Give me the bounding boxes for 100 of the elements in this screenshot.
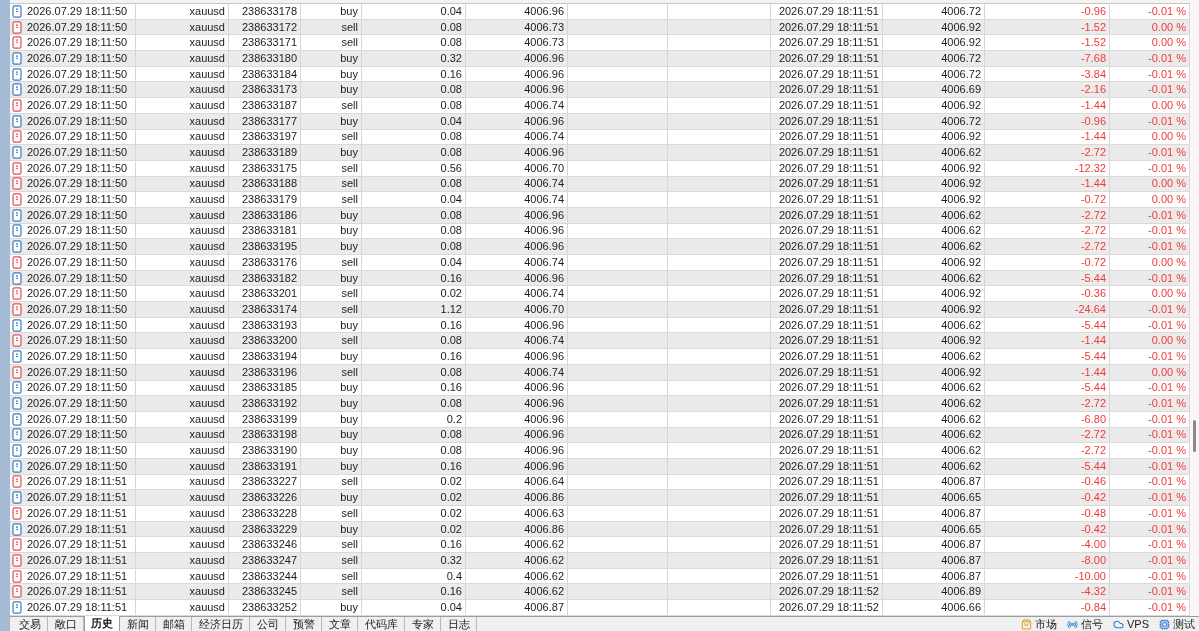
price: 4006.87 [524,600,564,614]
price: 4006.92 [941,255,981,269]
volume: 0.56 [440,161,462,175]
percent-change: -0.01 % [1148,381,1186,395]
ticket-number: 238633190 [241,444,297,458]
tab[interactable]: 公司 [250,617,286,631]
status-button[interactable]: 信号 [1067,617,1103,631]
volume: 0.16 [440,318,462,332]
profit-loss: -2.72 [1080,146,1106,160]
timestamp: 2026.07.29 18:11:50 [27,412,128,426]
timestamp: 2026.07.29 18:11:51 [778,522,879,536]
chip-icon [1159,618,1170,630]
profit-loss: -1.44 [1080,334,1106,348]
price: 4006.62 [941,412,981,426]
profit-loss: -0.84 [1080,600,1106,614]
symbol: xauusd [189,224,225,238]
timestamp: 2026.07.29 18:11:52 [778,585,879,599]
price: 4006.62 [524,569,564,583]
tab[interactable]: 日志 [441,617,477,631]
price: 4006.86 [524,491,564,505]
volume: 0.32 [440,553,462,567]
volume: 0.08 [440,224,462,238]
price: 4006.74 [524,365,564,379]
price: 4006.72 [941,114,981,128]
profit-loss: -5.44 [1080,271,1106,285]
timestamp: 2026.07.29 18:11:51 [778,67,879,81]
order-side: buy [340,428,358,442]
timestamp: 2026.07.29 18:11:51 [778,51,879,65]
tab[interactable]: 经济日历 [192,617,250,631]
ticket-number: 238633245 [241,585,297,599]
tab[interactable]: 历史 [84,616,120,631]
scrollbar-thumb[interactable] [1193,420,1196,452]
profit-loss: -1.44 [1080,130,1106,144]
volume: 0.02 [440,287,462,301]
ticket-number: 238633178 [241,4,297,18]
volume: 0.08 [440,83,462,97]
percent-change: -0.01 % [1148,522,1186,536]
tab[interactable]: 交易 [12,617,48,631]
status-button[interactable]: VPS [1113,617,1149,631]
order-side: sell [341,475,358,489]
status-button[interactable]: 测试 [1159,617,1195,631]
symbol: xauusd [189,4,225,18]
symbol: xauusd [189,287,225,301]
volume: 0.08 [440,177,462,191]
ticket-number: 238633247 [241,553,297,567]
status-button[interactable]: 市场 [1021,617,1057,631]
percent-change: -0.01 % [1148,444,1186,458]
timestamp: 2026.07.29 18:11:51 [778,146,879,160]
timestamp: 2026.07.29 18:11:50 [27,20,128,34]
profit-loss: -0.72 [1080,193,1106,207]
profit-loss: -2.72 [1080,240,1106,254]
tab[interactable]: 专家 [405,617,441,631]
order-side: buy [340,412,358,426]
volume: 0.04 [440,600,462,614]
order-side: sell [341,98,358,112]
tab[interactable]: 邮箱 [156,617,192,631]
timestamp: 2026.07.29 18:11:51 [27,522,128,536]
price: 4006.62 [941,444,981,458]
symbol: xauusd [189,349,225,363]
symbol: xauusd [189,83,225,97]
profit-loss: -5.44 [1080,349,1106,363]
price: 4006.65 [941,491,981,505]
price: 4006.66 [941,600,981,614]
ticket-number: 238633198 [241,428,297,442]
ticket-number: 238633226 [241,491,297,505]
profit-loss: -12.32 [1074,161,1106,175]
timestamp: 2026.07.29 18:11:51 [778,98,879,112]
profit-loss: -0.42 [1080,491,1106,505]
percent-change: -0.01 % [1148,240,1186,254]
order-side: buy [340,240,358,254]
order-side: buy [340,224,358,238]
profit-loss: -24.64 [1074,302,1106,316]
timestamp: 2026.07.29 18:11:50 [27,381,128,395]
tab[interactable]: 新闻 [120,617,156,631]
price: 4006.92 [941,177,981,191]
ticket-number: 238633200 [241,334,297,348]
ticket-number: 238633196 [241,365,297,379]
order-side: sell [341,365,358,379]
ticket-number: 238633184 [241,67,297,81]
symbol: xauusd [189,255,225,269]
symbol: xauusd [189,240,225,254]
percent-change: -0.01 % [1148,224,1186,238]
price: 4006.62 [941,318,981,332]
tab[interactable]: 预警 [286,617,322,631]
timestamp: 2026.07.29 18:11:51 [778,569,879,583]
percent-change: 0.00 % [1151,177,1186,191]
ticket-number: 238633228 [241,506,297,520]
profit-loss: -2.72 [1080,444,1106,458]
percent-change: -0.01 % [1148,161,1186,175]
order-side: buy [340,4,358,18]
timestamp: 2026.07.29 18:11:50 [27,146,128,160]
tab[interactable]: 代码库 [358,617,405,631]
order-side: buy [340,208,358,222]
profit-loss: -5.44 [1080,381,1106,395]
percent-change: 0.00 % [1151,36,1186,50]
symbol: xauusd [189,161,225,175]
timestamp: 2026.07.29 18:11:50 [27,224,128,238]
volume: 0.08 [440,98,462,112]
tab[interactable]: 文章 [322,617,358,631]
volume: 0.4 [446,569,462,583]
